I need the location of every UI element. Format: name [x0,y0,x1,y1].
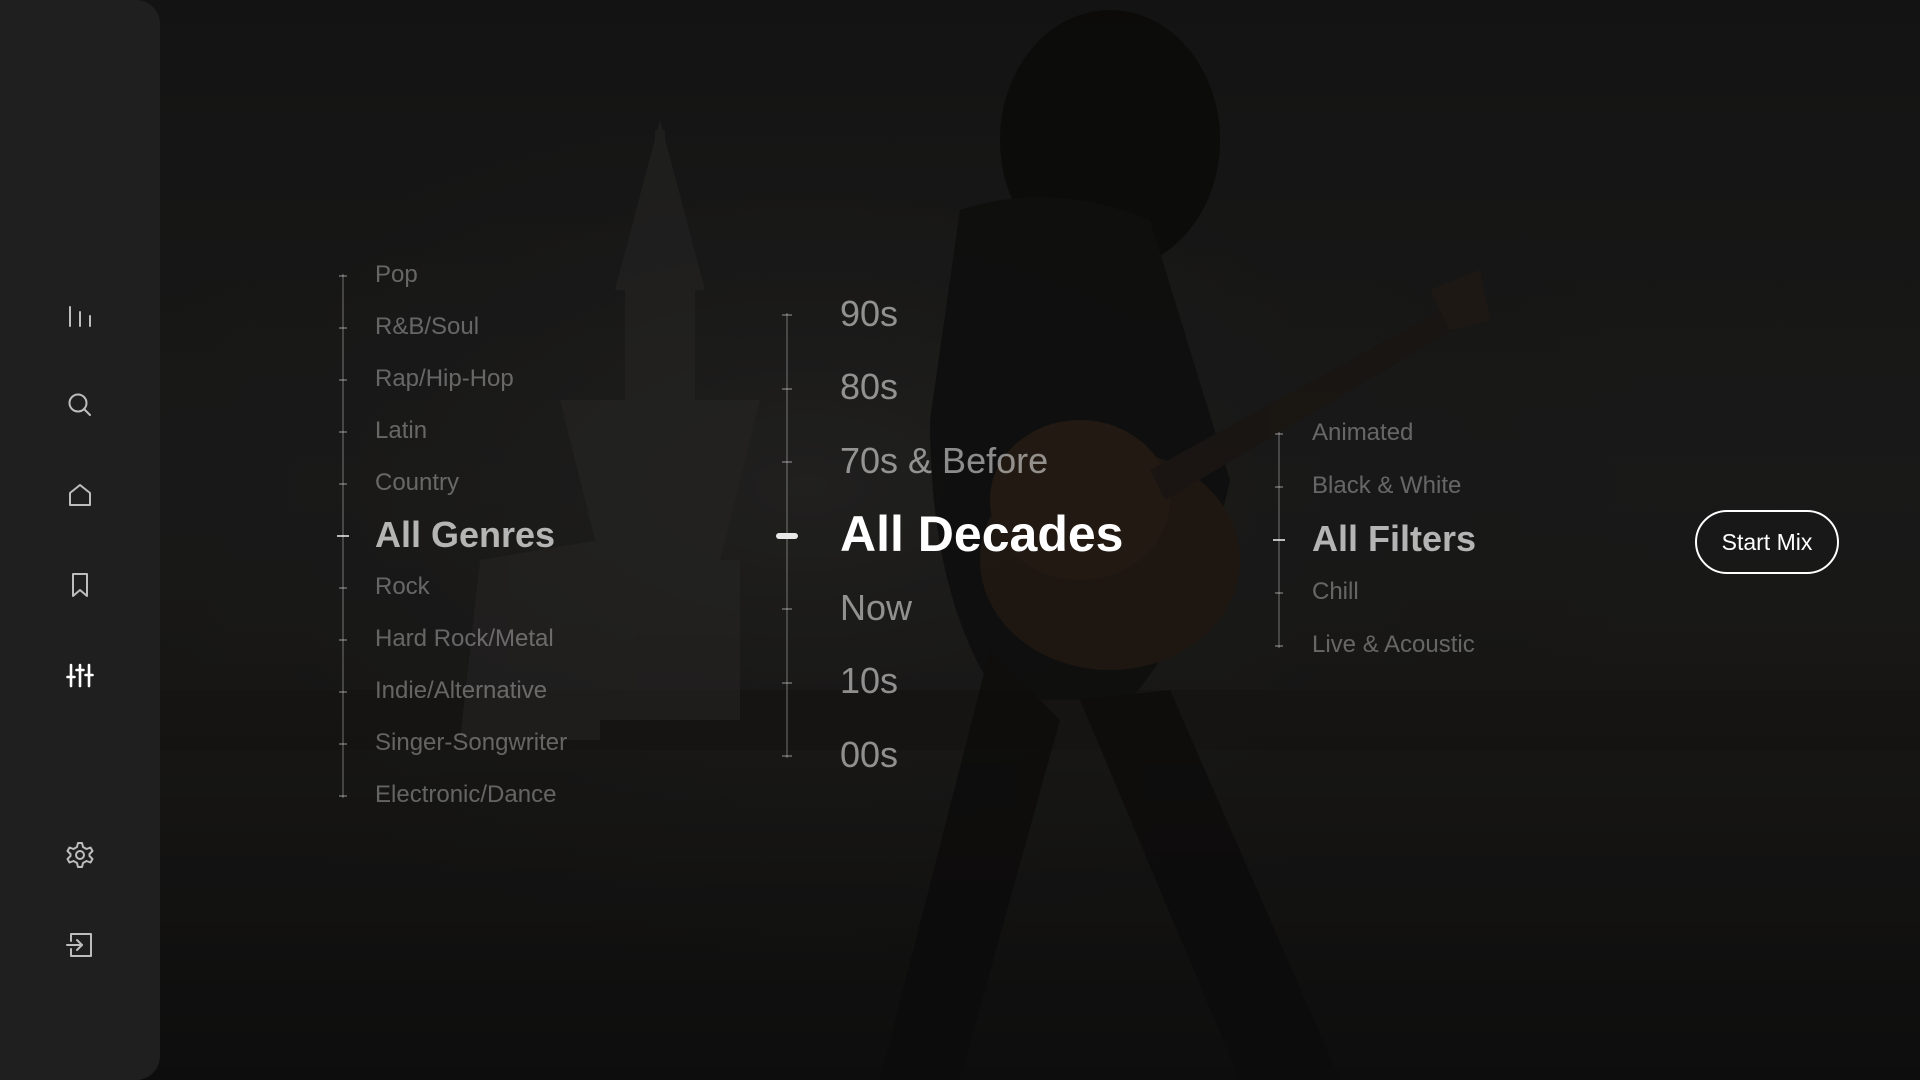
genres-option[interactable]: Indie/Alternative [375,677,547,705]
equalizer-bars-icon [69,306,91,327]
genres-tick [337,535,349,537]
home-icon [69,484,91,506]
genres-tick [339,275,347,277]
mix-builder-screen: Pop R&B/Soul Rap/Hip-Hop Latin Country All Ge… [0,0,1920,1080]
decades-tick [782,755,792,757]
genres-tick [339,431,347,433]
decades-tick [776,532,798,539]
filters-tick [1275,433,1283,435]
genre-picker[interactable]: Pop R&B/Soul Rap/Hip-Hop Latin Country All Ge… [320,250,640,820]
genres-option[interactable]: Singer-Songwriter [375,729,567,757]
decades-option[interactable]: 00s [840,734,898,776]
nav-settings[interactable] [50,825,110,885]
decades-option-selected[interactable]: All Decades [840,505,1123,563]
decades-tick [782,461,792,463]
nav-mixer[interactable] [50,645,110,705]
genres-option[interactable]: Rock [375,573,430,601]
genres-option[interactable]: Pop [375,261,418,289]
genres-tick [339,327,347,329]
filter-picker[interactable]: Animated Black & White All Filters Chill Liv… [1270,410,1570,680]
decades-tick [782,681,792,684]
genres-tick [339,379,347,381]
genres-tick [339,587,347,589]
decades-option[interactable]: Now [840,587,912,629]
nav-home[interactable] [50,465,110,525]
nav-equalizer[interactable] [50,286,110,346]
decades-option[interactable]: 80s [840,366,898,408]
filters-option[interactable]: Animated [1312,419,1413,447]
genres-option[interactable]: Rap/Hip-Hop [375,365,514,393]
decades-tick [782,387,792,390]
decades-option[interactable]: 70s & Before [840,440,1048,482]
decades-tick [782,608,792,610]
mixer-sliders-icon [66,663,94,688]
genres-tick [339,639,347,641]
nav-search[interactable] [50,375,110,435]
decades-option[interactable]: 90s [840,293,898,335]
filters-option[interactable]: Chill [1312,578,1359,606]
genres-option-selected[interactable]: All Genres [375,514,555,556]
decades-tick [782,314,792,316]
filters-option[interactable]: Black & White [1312,472,1461,500]
filters-tick [1273,539,1285,541]
start-mix-button[interactable]: Start Mix [1695,510,1839,574]
sign-in-icon [66,933,92,957]
filters-option[interactable]: Live & Acoustic [1312,631,1475,659]
bookmark-icon [72,573,88,597]
genres-option[interactable]: R&B/Soul [375,313,479,341]
filters-tick [1275,645,1283,647]
filters-tick [1275,486,1283,488]
nav-bookmarks[interactable] [50,555,110,615]
genres-option[interactable]: Hard Rock/Metal [375,625,554,653]
genres-tick [339,691,347,693]
decade-picker[interactable]: 90s 80s 70s & Before All Decades Now 10s 00s [776,285,1160,795]
genres-tick [339,795,347,797]
sidebar [0,0,160,1080]
filters-option-selected[interactable]: All Filters [1312,518,1476,560]
decades-option[interactable]: 10s [840,660,898,702]
genres-tick [339,743,347,745]
filters-tick [1275,592,1283,594]
genres-option[interactable]: Latin [375,417,427,445]
search-icon [68,393,91,416]
nav-sign-in[interactable] [50,915,110,975]
genres-option[interactable]: Electronic/Dance [375,781,556,809]
gear-icon [66,842,94,868]
genres-tick [339,483,347,485]
genres-option[interactable]: Country [375,469,459,497]
